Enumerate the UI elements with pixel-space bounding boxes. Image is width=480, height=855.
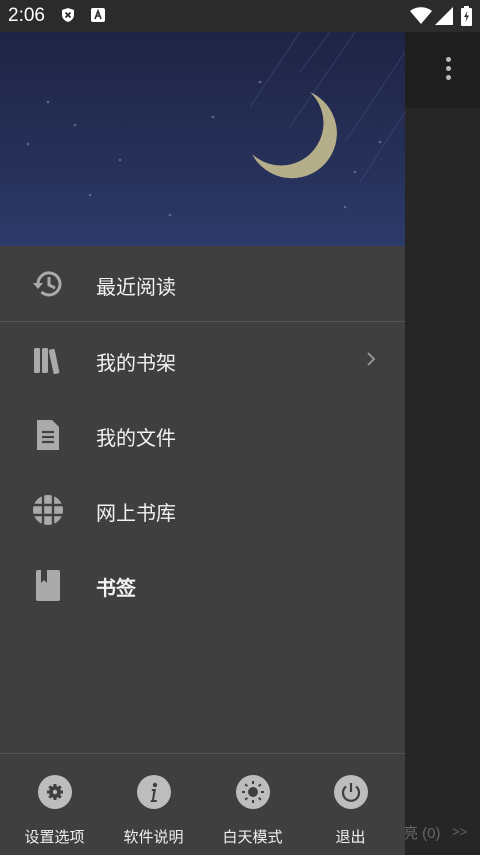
about-label: 软件说明 [123, 828, 184, 846]
menu-item-label: 最近阅读 [96, 275, 176, 299]
about-button[interactable]: 软件说明 [103, 754, 204, 855]
settings-label: 设置选项 [24, 828, 85, 846]
signal-icon [435, 7, 453, 25]
menu-item-label: 我的文件 [96, 426, 176, 450]
info-icon [150, 782, 158, 802]
menu-item-online-library[interactable]: 网上书库 [0, 472, 405, 547]
day-mode-button[interactable]: 白天模式 [202, 754, 303, 855]
chevron-right-icon [367, 352, 376, 366]
power-icon [341, 783, 361, 802]
status-time: 2:06 [8, 5, 45, 26]
battery-icon [461, 6, 472, 26]
sun-icon [242, 781, 264, 803]
shield-icon [62, 8, 74, 22]
bookshelf-icon [34, 348, 60, 375]
gear-icon [47, 784, 63, 800]
menu-item-recent-reading[interactable]: 最近阅读 [0, 246, 405, 321]
menu-item-label: 书签 [96, 576, 136, 600]
drawer-footer: 设置选项 软件说明 白天模式 退出 [0, 754, 405, 855]
status-bar: 2:06 [0, 0, 480, 32]
font-a-icon [91, 8, 105, 22]
exit-label: 退出 [335, 828, 366, 846]
document-icon [37, 420, 59, 450]
menu-item-my-files[interactable]: 我的文件 [0, 397, 405, 472]
menu-item-label: 我的书架 [96, 351, 176, 375]
more-vert-icon[interactable] [440, 57, 456, 85]
page-background [405, 108, 480, 855]
globe-icon [33, 495, 63, 525]
menu-item-bookmarks[interactable]: 书签 [0, 547, 405, 622]
navigation-drawer: 最近阅读 我的书架 我的文件 网上书库 书签 设置选项 软件说明 白天模式 退出 [0, 32, 405, 855]
bookmark-icon [36, 570, 60, 601]
menu-item-bookshelf[interactable]: 我的书架 [0, 322, 405, 397]
history-icon [33, 271, 62, 297]
next-link[interactable]: >> [452, 824, 467, 839]
drawer-header [0, 32, 405, 246]
day-mode-label: 白天模式 [222, 828, 283, 846]
drawer-menu: 最近阅读 我的书架 我的文件 网上书库 书签 [0, 246, 405, 622]
status-text: 亮 (0) [403, 825, 441, 842]
exit-button[interactable]: 退出 [300, 754, 401, 855]
settings-button[interactable]: 设置选项 [4, 754, 105, 855]
wifi-icon [410, 7, 432, 24]
menu-item-label: 网上书库 [96, 501, 176, 525]
night-sky-illustration [26, 32, 405, 217]
